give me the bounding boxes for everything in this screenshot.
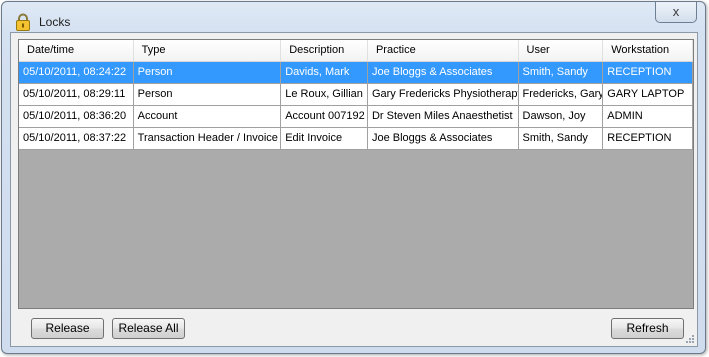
title-bar[interactable]: Locks x — [2, 2, 705, 36]
table-row[interactable]: 05/10/2011, 08:24:22 Person Davids, Mark… — [19, 62, 693, 84]
client-area: Date/time Type Description Practice User… — [10, 32, 698, 347]
release-button[interactable]: Release — [31, 318, 104, 339]
cell-description: Account 007192 — [281, 106, 368, 128]
table-row[interactable]: 05/10/2011, 08:36:20 Account Account 007… — [19, 106, 693, 128]
cell-type: Person — [134, 62, 282, 84]
cell-practice: Gary Fredericks Physiotherapy — [368, 84, 519, 106]
resize-grip-icon[interactable] — [685, 334, 695, 344]
table-row[interactable]: 05/10/2011, 08:37:22 Transaction Header … — [19, 128, 693, 150]
release-all-button[interactable]: Release All — [112, 318, 185, 339]
lock-icon — [16, 13, 30, 31]
window-title: Locks — [39, 15, 71, 29]
cell-user: Smith, Sandy — [519, 62, 604, 84]
cell-type: Account — [134, 106, 282, 128]
cell-practice: Joe Bloggs & Associates — [368, 62, 519, 84]
cell-user: Fredericks, Gary — [519, 84, 604, 106]
locks-grid[interactable]: Date/time Type Description Practice User… — [18, 39, 694, 309]
cell-workstation: RECEPTION — [603, 128, 693, 150]
cell-user: Smith, Sandy — [519, 128, 604, 150]
close-button[interactable]: x — [655, 2, 697, 23]
cell-workstation: RECEPTION — [603, 62, 693, 84]
cell-user: Dawson, Joy — [519, 106, 604, 128]
cell-type: Person — [134, 84, 282, 106]
column-header-user[interactable]: User — [519, 40, 604, 61]
locks-window: Locks x Date/time Type Description Pract… — [1, 1, 706, 354]
cell-description: Edit Invoice — [281, 128, 368, 150]
table-row[interactable]: 05/10/2011, 08:29:11 Person Le Roux, Gil… — [19, 84, 693, 106]
cell-description: Le Roux, Gillian — [281, 84, 368, 106]
cell-datetime: 05/10/2011, 08:37:22 — [19, 128, 134, 150]
cell-workstation: ADMIN — [603, 106, 693, 128]
cell-description: Davids, Mark — [281, 62, 368, 84]
cell-datetime: 05/10/2011, 08:36:20 — [19, 106, 134, 128]
cell-practice: Dr Steven Miles Anaesthetist — [368, 106, 519, 128]
column-header-description[interactable]: Description — [281, 40, 368, 61]
grid-rows: 05/10/2011, 08:24:22 Person Davids, Mark… — [19, 62, 693, 150]
column-header-datetime[interactable]: Date/time — [19, 40, 134, 61]
close-icon: x — [672, 4, 680, 19]
cell-practice: Joe Bloggs & Associates — [368, 128, 519, 150]
refresh-button[interactable]: Refresh — [611, 318, 684, 339]
cell-type: Transaction Header / Invoice — [134, 128, 282, 150]
cell-workstation: GARY LAPTOP — [603, 84, 693, 106]
column-header-workstation[interactable]: Workstation — [603, 40, 693, 61]
grid-header: Date/time Type Description Practice User… — [19, 40, 693, 62]
cell-datetime: 05/10/2011, 08:29:11 — [19, 84, 134, 106]
column-header-practice[interactable]: Practice — [368, 40, 519, 61]
column-header-type[interactable]: Type — [134, 40, 282, 61]
cell-datetime: 05/10/2011, 08:24:22 — [19, 62, 134, 84]
